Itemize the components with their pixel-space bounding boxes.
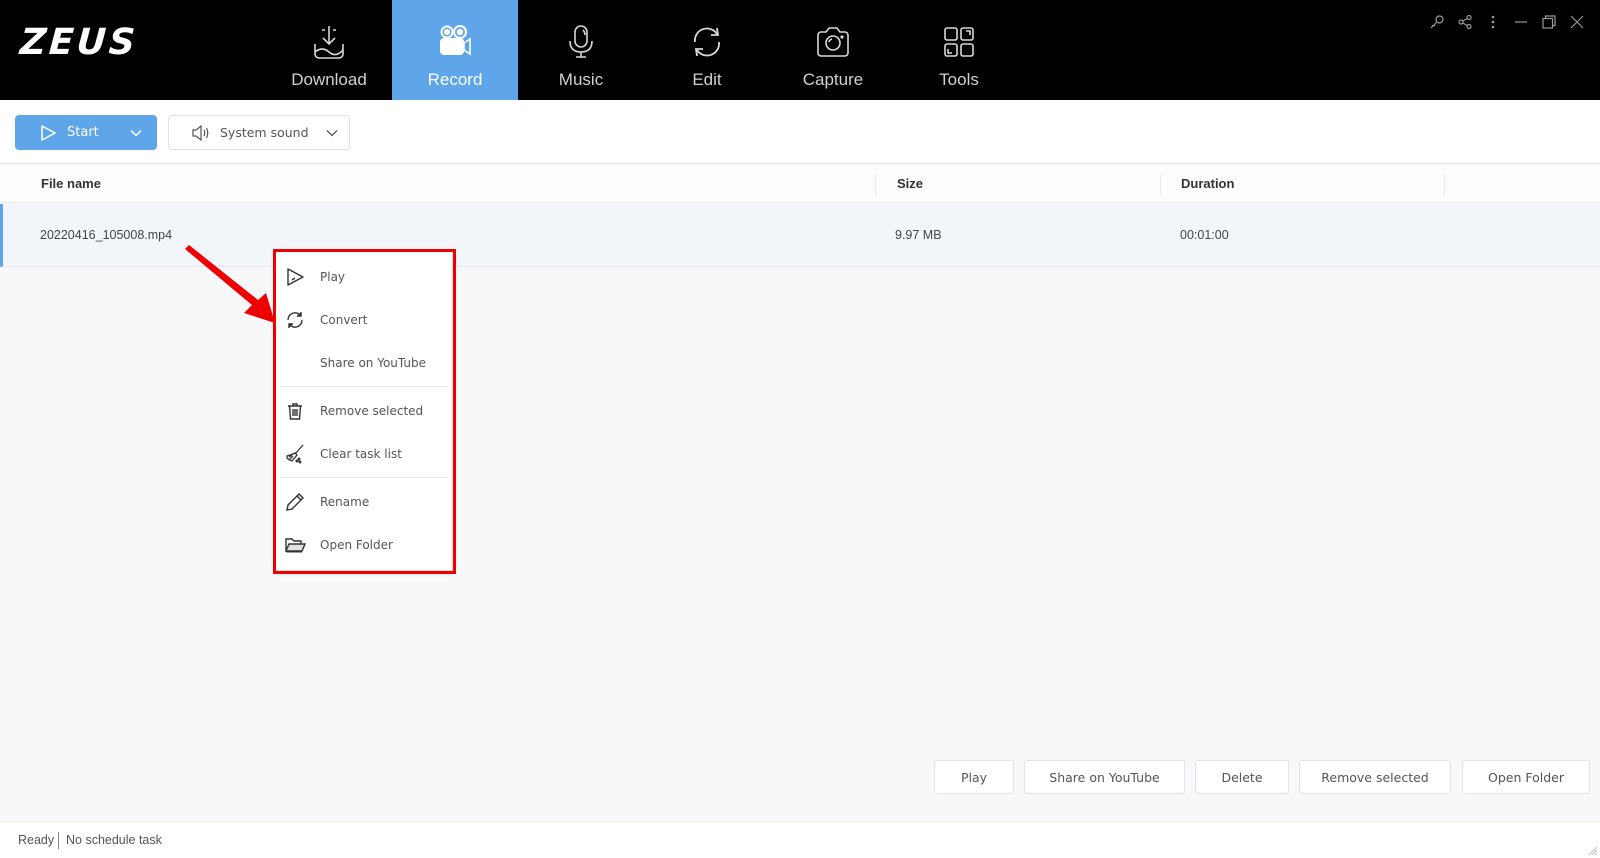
chevron-down-icon[interactable] [129,126,143,140]
share-icon[interactable] [1456,12,1474,32]
restore-icon[interactable] [1540,12,1558,32]
context-menu-label: Rename [320,495,370,509]
main-nav: Download Record Music Edit Capture Tools [266,0,1022,100]
app-logo: ZEUS [18,22,140,63]
audio-source-dropdown[interactable]: System sound [168,115,350,150]
nav-tab-music-label: Music [558,70,604,89]
window-controls [1428,12,1586,32]
resize-grip-icon[interactable] [1586,844,1598,856]
delete-button[interactable]: Delete [1195,760,1289,794]
nav-tab-edit-label: Edit [692,70,722,89]
column-header-file-name[interactable]: File name [41,165,101,203]
convert-cycle-icon [694,27,720,57]
trash-icon [284,400,306,422]
play-outline-icon [39,124,57,142]
nav-tab-record-label: Record [427,70,483,89]
status-bar: Ready No schedule task [0,821,1600,858]
play-button[interactable]: Play [934,760,1014,794]
context-menu-item-play[interactable]: Play [276,257,452,297]
audio-source-label: System sound [220,125,309,140]
remove-selected-button[interactable]: Remove selected [1299,760,1451,794]
download-icon [314,26,344,59]
context-menu-item-clear-task-list[interactable]: Clear task list [276,434,452,474]
context-menu-item-remove-selected[interactable]: Remove selected [276,391,452,431]
context-menu-item-convert[interactable]: Convert [276,300,452,340]
nav-tab-tools-label: Tools [939,70,979,89]
convert-icon [284,309,306,331]
file-size-cell: 9.97 MB [895,228,942,242]
grid-tools-icon [944,27,974,57]
start-record-label: Start [67,125,99,140]
context-menu-item-rename[interactable]: Rename [276,482,452,522]
context-menu-label: Clear task list [320,447,402,461]
record-toolbar: Start System sound [0,100,1600,164]
column-divider[interactable] [1160,175,1161,195]
context-menu-divider [280,477,448,478]
column-divider[interactable] [1444,175,1445,195]
nav-tab-edit[interactable]: Edit [644,0,770,100]
column-divider[interactable] [875,175,876,195]
column-header-size[interactable]: Size [897,165,923,203]
context-menu-label: Open Folder [320,538,393,552]
context-menu: Play Convert Share on YouTube Remove sel… [276,252,452,570]
microphone-icon [569,25,593,58]
context-menu-label: Convert [320,313,368,327]
nav-tab-capture[interactable]: Capture [770,0,896,100]
status-divider [58,832,59,849]
start-record-button[interactable]: Start [15,115,157,150]
zeus-app-window: ZEUS Download Record Music Edit Capture … [0,0,1600,858]
header-bar: ZEUS Download Record Music Edit Capture … [0,0,1600,100]
key-icon[interactable] [1428,12,1446,32]
folder-open-icon [284,534,306,556]
schedule-status: No schedule task [66,833,162,847]
share-youtube-button[interactable]: Share on YouTube [1024,760,1185,794]
nav-tab-download[interactable]: Download [266,0,392,100]
open-folder-button[interactable]: Open Folder [1462,760,1590,794]
nav-tab-capture-label: Capture [802,70,864,89]
file-table-header: File name Size Duration [0,165,1600,203]
context-menu-item-open-folder[interactable]: Open Folder [276,525,452,565]
chevron-down-icon [325,126,339,140]
nav-tab-music[interactable]: Music [518,0,644,100]
nav-tab-tools[interactable]: Tools [896,0,1022,100]
video-camera-icon [440,25,471,56]
pencil-icon [284,491,306,513]
status-state: Ready [18,833,55,847]
minimize-icon[interactable] [1512,12,1530,32]
context-menu-item-share-youtube[interactable]: Share on YouTube [276,343,452,383]
speaker-icon [191,124,211,142]
context-menu-divider [280,386,448,387]
column-header-duration[interactable]: Duration [1181,165,1234,203]
context-menu-label: Remove selected [320,404,424,418]
context-menu-label: Share on YouTube [320,356,427,370]
nav-tab-download-label: Download [291,70,367,89]
context-menu-label: Play [320,270,346,284]
camera-icon [817,27,849,57]
close-icon[interactable] [1568,12,1586,32]
nav-tab-record[interactable]: Record [392,0,518,100]
file-name-cell: 20220416_105008.mp4 [40,228,173,242]
play-icon [284,266,306,288]
table-row[interactable]: 20220416_105008.mp4 9.97 MB 00:01:00 [0,204,1600,267]
more-vertical-icon[interactable] [1484,12,1502,32]
broom-icon [284,443,306,465]
file-duration-cell: 00:01:00 [1180,228,1229,242]
